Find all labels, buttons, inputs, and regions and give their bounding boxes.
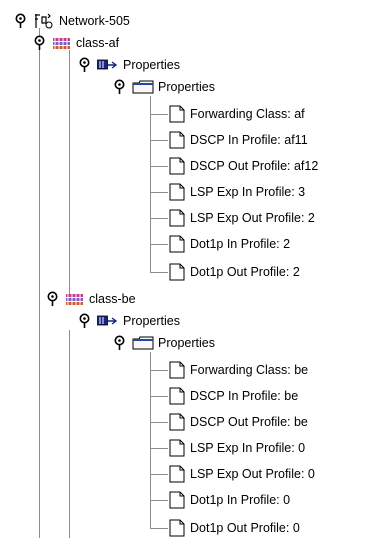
tree-leaf[interactable]: DSCP In Profile: af11	[168, 129, 308, 151]
tree-node-properties-group[interactable]: Properties	[78, 54, 180, 76]
tree-leaf[interactable]: LSP Exp In Profile: 3	[168, 181, 305, 203]
tree-connector	[150, 272, 168, 273]
tree-leaf[interactable]: Forwarding Class: be	[168, 359, 308, 381]
tree-leaf[interactable]: Dot1p Out Profile: 0	[168, 517, 300, 539]
tree-leaf[interactable]: DSCP In Profile: be	[168, 385, 298, 407]
tree-leaf[interactable]: LSP Exp Out Profile: 0	[168, 463, 315, 485]
tree-node-properties-folder[interactable]: Properties	[113, 76, 215, 98]
expand-toggle-icon[interactable]	[113, 335, 126, 351]
document-icon	[168, 235, 186, 253]
expand-toggle-icon[interactable]	[33, 35, 46, 51]
tree-leaf[interactable]: DSCP Out Profile: be	[168, 411, 308, 433]
class-icon	[52, 36, 72, 50]
document-icon	[168, 209, 186, 227]
tree-connector	[150, 192, 168, 193]
tree-leaf-label: DSCP Out Profile: af12	[190, 159, 319, 173]
properties-icon	[97, 315, 119, 327]
tree-node-properties-folder[interactable]: Properties	[113, 332, 215, 354]
tree-leaf-label: LSP Exp Out Profile: 0	[190, 467, 315, 481]
tree-leaf-label: DSCP In Profile: be	[190, 389, 299, 403]
folder-icon	[132, 336, 154, 350]
tree-leaf[interactable]: LSP Exp In Profile: 0	[168, 437, 305, 459]
tree-connector	[150, 528, 168, 529]
tree-connector	[150, 96, 151, 273]
tree-node-label: Properties	[158, 336, 215, 350]
tree-leaf-label: LSP Exp In Profile: 0	[190, 441, 306, 455]
tree-node-label: Properties	[123, 314, 180, 328]
tree-node-properties-group[interactable]: Properties	[78, 310, 180, 332]
tree-leaf[interactable]: Dot1p In Profile: 2	[168, 233, 290, 255]
document-icon	[168, 439, 186, 457]
tree-connector	[150, 352, 151, 529]
tree-leaf[interactable]: LSP Exp Out Profile: 2	[168, 207, 315, 229]
document-icon	[168, 413, 186, 431]
folder-icon	[132, 80, 154, 94]
tree-connector	[69, 330, 70, 538]
tree-leaf-label: Forwarding Class: be	[190, 363, 309, 377]
document-icon	[168, 183, 186, 201]
class-icon	[65, 292, 85, 306]
document-icon	[168, 387, 186, 405]
tree-leaf-label: LSP Exp Out Profile: 2	[190, 211, 315, 225]
tree-leaf-label: LSP Exp In Profile: 3	[190, 185, 306, 199]
tree-leaf-label: Dot1p Out Profile: 2	[190, 265, 300, 279]
expand-toggle-icon[interactable]	[14, 13, 27, 29]
tree-connector	[150, 448, 168, 449]
tree-node-class-af[interactable]: class-af	[33, 32, 119, 54]
properties-icon	[97, 59, 119, 71]
tree-connector	[150, 114, 168, 115]
document-icon	[168, 361, 186, 379]
tree-node-label: Properties	[158, 80, 215, 94]
tree-leaf[interactable]: DSCP Out Profile: af12	[168, 155, 318, 177]
document-icon	[168, 519, 186, 537]
tree-node-root[interactable]: Network-505	[14, 10, 130, 32]
tree-connector	[150, 370, 168, 371]
tree-leaf-label: DSCP Out Profile: be	[190, 415, 308, 429]
tree-connector	[150, 500, 168, 501]
expand-toggle-icon[interactable]	[78, 57, 91, 73]
tree-connector	[69, 50, 70, 296]
tree-leaf[interactable]: Forwarding Class: af	[168, 103, 305, 125]
tree-leaf-label: Dot1p In Profile: 2	[190, 237, 291, 251]
tree-connector	[150, 422, 168, 423]
tree-connector	[150, 166, 168, 167]
tree-view: Network-505 class-af Properties Properti…	[0, 0, 376, 538]
tree-leaf-label: Dot1p In Profile: 0	[190, 493, 291, 507]
tree-leaf-label: Forwarding Class: af	[190, 107, 305, 121]
tree-leaf[interactable]: Dot1p In Profile: 0	[168, 489, 290, 511]
document-icon	[168, 263, 186, 281]
tree-connector	[150, 140, 168, 141]
tree-leaf[interactable]: Dot1p Out Profile: 2	[168, 261, 300, 283]
tree-node-label: class-be	[89, 292, 136, 306]
expand-toggle-icon[interactable]	[78, 313, 91, 329]
document-icon	[168, 131, 186, 149]
tree-connector	[150, 218, 168, 219]
tree-connector	[150, 474, 168, 475]
expand-toggle-icon[interactable]	[46, 291, 59, 307]
network-icon	[33, 13, 55, 29]
document-icon	[168, 105, 186, 123]
tree-connector	[150, 244, 168, 245]
tree-leaf-label: DSCP In Profile: af11	[190, 133, 308, 147]
tree-node-label: class-af	[76, 36, 120, 50]
document-icon	[168, 465, 186, 483]
expand-toggle-icon[interactable]	[113, 79, 126, 95]
tree-node-class-be[interactable]: class-be	[46, 288, 136, 310]
tree-connector	[39, 28, 40, 538]
tree-node-label: Properties	[123, 58, 180, 72]
document-icon	[168, 491, 186, 509]
document-icon	[168, 157, 186, 175]
tree-node-label: Network-505	[59, 14, 130, 28]
tree-connector	[150, 396, 168, 397]
tree-leaf-label: Dot1p Out Profile: 0	[190, 521, 300, 535]
